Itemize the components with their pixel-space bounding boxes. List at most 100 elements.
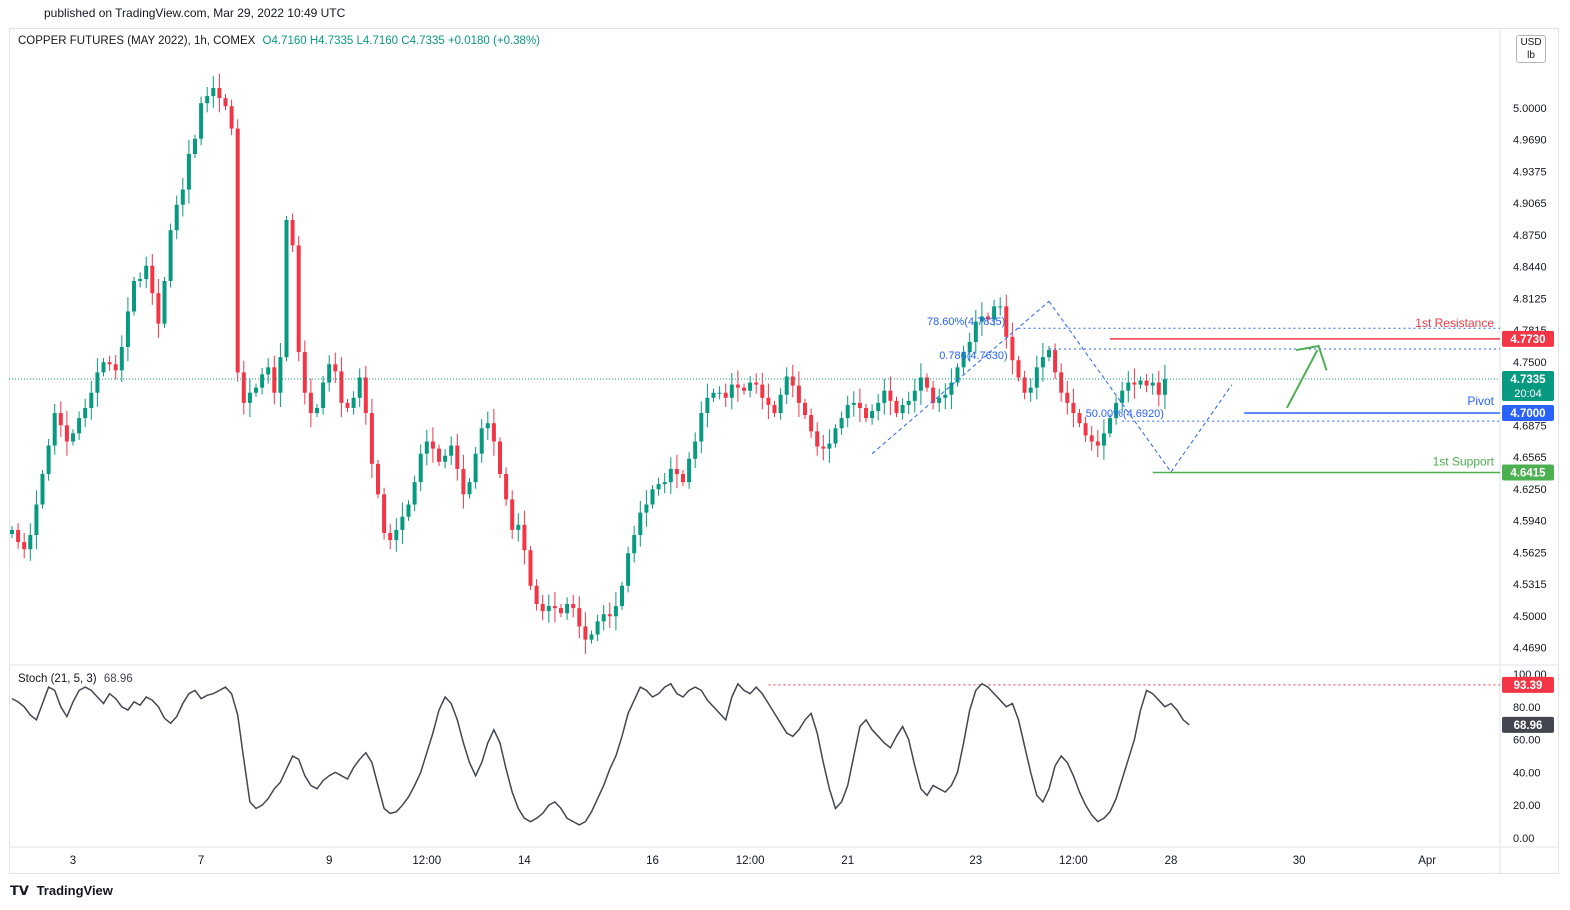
candle-body bbox=[16, 529, 21, 543]
candle-body bbox=[260, 374, 265, 388]
time-tick-label: 16 bbox=[646, 855, 659, 867]
units-box[interactable]: USD lb bbox=[1516, 35, 1546, 63]
candle-body bbox=[681, 474, 685, 483]
candle-body bbox=[845, 404, 850, 419]
candle-body bbox=[546, 606, 551, 612]
candle-body bbox=[613, 606, 618, 617]
candle-body bbox=[1053, 350, 1058, 373]
footer-brand[interactable]: 𝗧𝗩 TradingView bbox=[10, 883, 113, 899]
candle-body bbox=[1010, 336, 1015, 361]
resistance-price-badge: 4.7730 bbox=[1510, 334, 1545, 346]
candle-body bbox=[1126, 382, 1131, 391]
time-tick-label: 9 bbox=[326, 855, 332, 867]
price-chart[interactable]: 5.0000 4.9690 4.9375 4.9065 4.8750 4.8440 4.81… bbox=[0, 0, 1570, 910]
resistance-label: 1st Resistance bbox=[1415, 316, 1494, 330]
brand-name: TradingView bbox=[36, 883, 113, 898]
candle-body bbox=[803, 402, 807, 416]
candle-body bbox=[1065, 392, 1070, 403]
candle-body bbox=[1083, 423, 1088, 436]
stoch-upper-badge: 93.39 bbox=[1514, 680, 1543, 692]
candle-body bbox=[1077, 413, 1082, 424]
symbol-legend[interactable]: COPPER FUTURES (MAY 2022), 1h, COMEX O4.… bbox=[18, 35, 540, 47]
candle-body bbox=[937, 397, 942, 403]
price-tick-label: 4.7500 bbox=[1513, 357, 1547, 369]
candle-body bbox=[479, 428, 484, 454]
candle-body bbox=[327, 364, 332, 383]
time-tick-label: 30 bbox=[1293, 855, 1306, 867]
candle-body bbox=[357, 377, 362, 398]
candle-body bbox=[278, 357, 283, 393]
candle-body bbox=[369, 413, 374, 464]
candle-body bbox=[760, 384, 765, 398]
candle-body bbox=[424, 441, 429, 454]
projection-arrow-shaft bbox=[1286, 349, 1319, 409]
candle-body bbox=[485, 423, 490, 429]
time-tick-label: 28 bbox=[1165, 855, 1178, 867]
stoch-legend[interactable]: Stoch (21, 5, 3) 68.96 bbox=[18, 673, 133, 685]
candle-body bbox=[894, 400, 899, 414]
candle-body bbox=[1022, 377, 1027, 393]
candle-body bbox=[211, 87, 216, 97]
candle-body bbox=[1071, 402, 1076, 414]
price-tick-label: 5.0000 bbox=[1513, 103, 1547, 115]
candle-body bbox=[815, 431, 820, 447]
unit-label: lb bbox=[1527, 50, 1535, 61]
price-tick-label: 4.5625 bbox=[1513, 548, 1547, 560]
candle-body bbox=[711, 392, 716, 398]
symbol-title: COPPER FUTURES (MAY 2022), 1h, COMEX bbox=[18, 35, 256, 47]
stoch-last-badge: 68.96 bbox=[1514, 720, 1543, 732]
candle-body bbox=[620, 585, 624, 607]
candle-body bbox=[809, 415, 814, 432]
candle-body bbox=[296, 245, 301, 353]
candle-body bbox=[577, 608, 582, 627]
candle-body bbox=[662, 482, 667, 485]
price-tick-label: 4.5000 bbox=[1513, 611, 1547, 623]
candle-body bbox=[229, 106, 234, 129]
candle-body bbox=[565, 604, 570, 614]
candle-body bbox=[132, 280, 136, 312]
price-tick-label: 4.8125 bbox=[1513, 294, 1547, 306]
candle-body bbox=[394, 529, 399, 541]
candle-body bbox=[290, 220, 295, 246]
candle-body bbox=[302, 352, 307, 393]
candle-body bbox=[235, 128, 240, 373]
candle-body bbox=[918, 377, 923, 391]
candle-body bbox=[1034, 367, 1039, 388]
candle-body bbox=[150, 265, 155, 294]
time-tick-label: 21 bbox=[841, 855, 854, 867]
candle-body bbox=[876, 402, 881, 412]
candle-body bbox=[693, 441, 698, 459]
candle-body bbox=[180, 189, 185, 205]
time-tick-label: 7 bbox=[198, 855, 204, 867]
candle-body bbox=[400, 516, 405, 530]
candle-body bbox=[516, 524, 521, 530]
candle-body bbox=[107, 362, 112, 365]
candle-body bbox=[742, 387, 746, 391]
time-tick-label: 12:00 bbox=[1059, 855, 1088, 867]
candle-body bbox=[83, 407, 88, 419]
candle-body bbox=[351, 397, 356, 408]
candle-body bbox=[1150, 382, 1155, 386]
candle-body bbox=[1108, 418, 1112, 434]
candle-body bbox=[1162, 379, 1167, 395]
candle-body bbox=[717, 392, 722, 394]
candle-body bbox=[449, 445, 454, 456]
candle-body bbox=[1095, 441, 1100, 446]
candle-body bbox=[186, 153, 191, 190]
candle-body bbox=[223, 98, 228, 107]
candle-body bbox=[772, 404, 777, 414]
candle-body bbox=[1040, 357, 1045, 368]
candle-body bbox=[254, 387, 258, 393]
candle-body bbox=[363, 377, 368, 414]
time-tick-label: 3 bbox=[70, 855, 76, 867]
candle-body bbox=[790, 376, 795, 386]
price-tick-label: 4.9375 bbox=[1513, 167, 1547, 179]
fib-label-lower: 50.00%(4.6920) bbox=[1086, 408, 1164, 420]
candle-body bbox=[906, 400, 911, 405]
currency-label: USD bbox=[1520, 37, 1542, 48]
candle-body bbox=[284, 220, 289, 358]
price-tick-label: 4.6565 bbox=[1513, 452, 1547, 464]
candle-body bbox=[540, 604, 545, 612]
candle-body bbox=[729, 384, 734, 398]
price-tick-label: 4.5315 bbox=[1513, 579, 1547, 591]
